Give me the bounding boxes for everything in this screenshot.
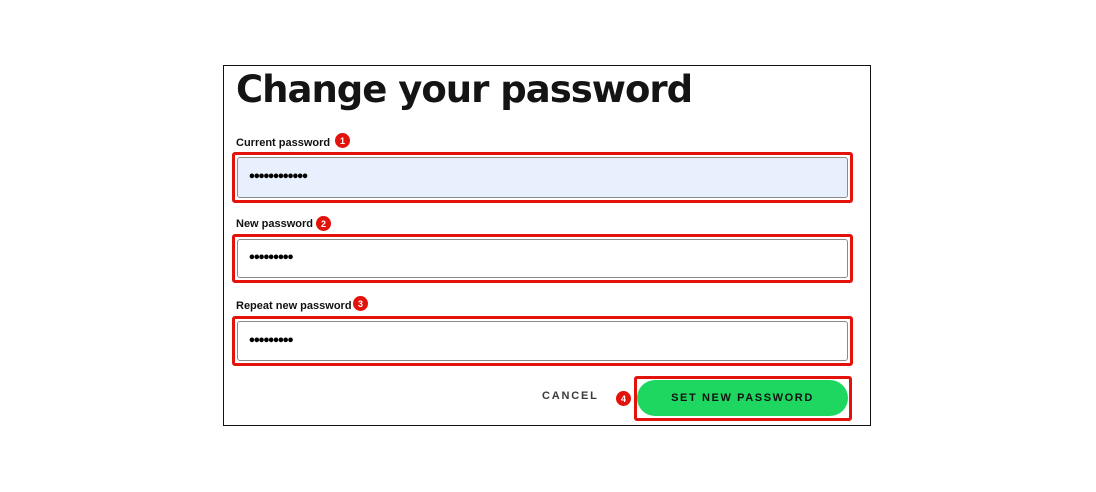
current-password-field[interactable] bbox=[237, 157, 848, 198]
new-password-label: New password bbox=[236, 218, 314, 230]
step-badge-1: 1 bbox=[335, 133, 350, 148]
repeat-password-label: Repeat new password bbox=[236, 300, 352, 312]
page-title: Change your password bbox=[236, 68, 693, 111]
step-badge-2: 2 bbox=[316, 216, 331, 231]
change-password-panel: Change your password Current password 1 … bbox=[223, 65, 871, 426]
set-new-password-button[interactable]: SET NEW PASSWORD bbox=[637, 380, 848, 416]
cancel-button[interactable]: CANCEL bbox=[542, 390, 599, 402]
step-badge-3: 3 bbox=[353, 296, 368, 311]
step-badge-4: 4 bbox=[616, 391, 631, 406]
current-password-label: Current password bbox=[236, 137, 331, 149]
new-password-field[interactable] bbox=[237, 239, 848, 278]
repeat-password-field[interactable] bbox=[237, 321, 848, 361]
